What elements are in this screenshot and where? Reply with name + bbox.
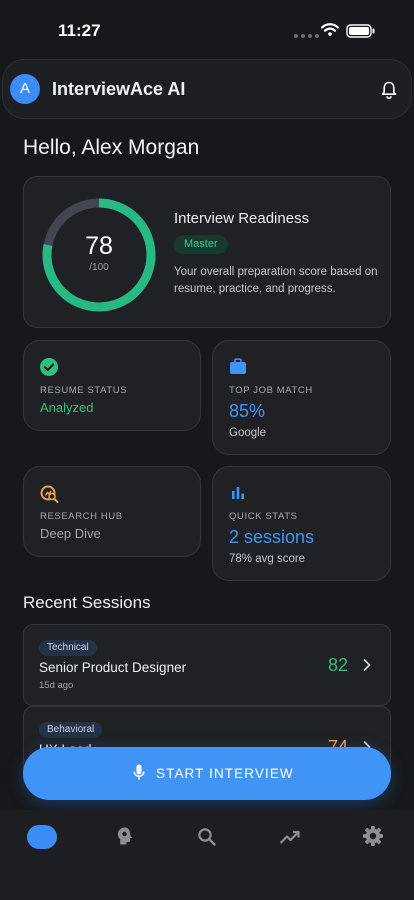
- nav-settings-gear-icon[interactable]: [362, 825, 384, 847]
- readiness-score: 78: [85, 232, 113, 260]
- app-header: A InterviewAce AI: [2, 59, 412, 119]
- battery-icon: [346, 24, 375, 38]
- quick-stats-value: 2 sessions: [229, 527, 315, 547]
- top-job-match-company: Google: [229, 427, 267, 439]
- status-bar: 11:27: [0, 0, 414, 58]
- nav-trending-up-icon[interactable]: [279, 828, 301, 846]
- nav-search-icon[interactable]: [197, 827, 217, 847]
- quick-stats-card[interactable]: QUICK STATS 2 sessions 78% avg score: [212, 466, 391, 581]
- greeting-heading: Hello, Alex Morgan: [23, 136, 200, 159]
- research-hub-value: Deep Dive: [40, 526, 101, 541]
- top-job-match-card[interactable]: TOP JOB MATCH 85% Google: [212, 340, 391, 455]
- resume-status-card[interactable]: RESUME STATUS Analyzed: [23, 340, 201, 431]
- top-job-match-value: 85%: [229, 401, 266, 421]
- microphone-icon: [133, 764, 145, 780]
- research-hub-card[interactable]: RESEARCH HUB Deep Dive: [23, 466, 201, 557]
- recent-sessions-heading: Recent Sessions: [23, 593, 151, 612]
- check-circle-icon: [40, 358, 58, 376]
- avatar[interactable]: A: [10, 74, 40, 104]
- readiness-description: Your overall preparation score based on …: [174, 266, 378, 295]
- nav-home-tab[interactable]: [27, 825, 57, 849]
- research-hub-label: RESEARCH HUB: [40, 511, 123, 522]
- session-tag: Behavioral: [39, 722, 103, 738]
- readiness-score-max: /100: [89, 262, 109, 273]
- bottom-navigation: [0, 810, 414, 900]
- session-score: 82: [328, 655, 349, 675]
- readiness-title: Interview Readiness: [174, 210, 310, 227]
- briefcase-icon: [230, 358, 246, 374]
- session-tag: Technical: [39, 640, 97, 656]
- resume-status-label: RESUME STATUS: [40, 385, 128, 396]
- resume-status-value: Analyzed: [40, 400, 94, 415]
- search-insights-icon: [40, 485, 59, 503]
- nav-coach-head-icon[interactable]: [114, 825, 136, 847]
- status-time: 11:27: [58, 21, 101, 40]
- session-card[interactable]: Technical Senior Product Designer 15d ag…: [23, 624, 391, 706]
- start-interview-label: START INTERVIEW: [156, 766, 294, 781]
- bell-icon[interactable]: [379, 80, 399, 100]
- quick-stats-average: 78% avg score: [229, 553, 306, 565]
- app-title: InterviewAce AI: [52, 79, 186, 99]
- start-interview-button[interactable]: START INTERVIEW: [23, 747, 391, 800]
- readiness-card[interactable]: 78 /100 Interview Readiness Master Your …: [23, 176, 391, 328]
- top-job-match-label: TOP JOB MATCH: [229, 385, 313, 396]
- quick-stats-label: QUICK STATS: [229, 511, 298, 522]
- bar-chart-icon: [232, 487, 244, 499]
- wifi-icon: [321, 23, 339, 36]
- level-badge: Master: [174, 235, 228, 254]
- cellular-signal-icon: [294, 34, 319, 38]
- chevron-right-icon: [363, 659, 371, 671]
- session-title: Senior Product Designer: [39, 660, 187, 675]
- session-date: 15d ago: [39, 680, 74, 691]
